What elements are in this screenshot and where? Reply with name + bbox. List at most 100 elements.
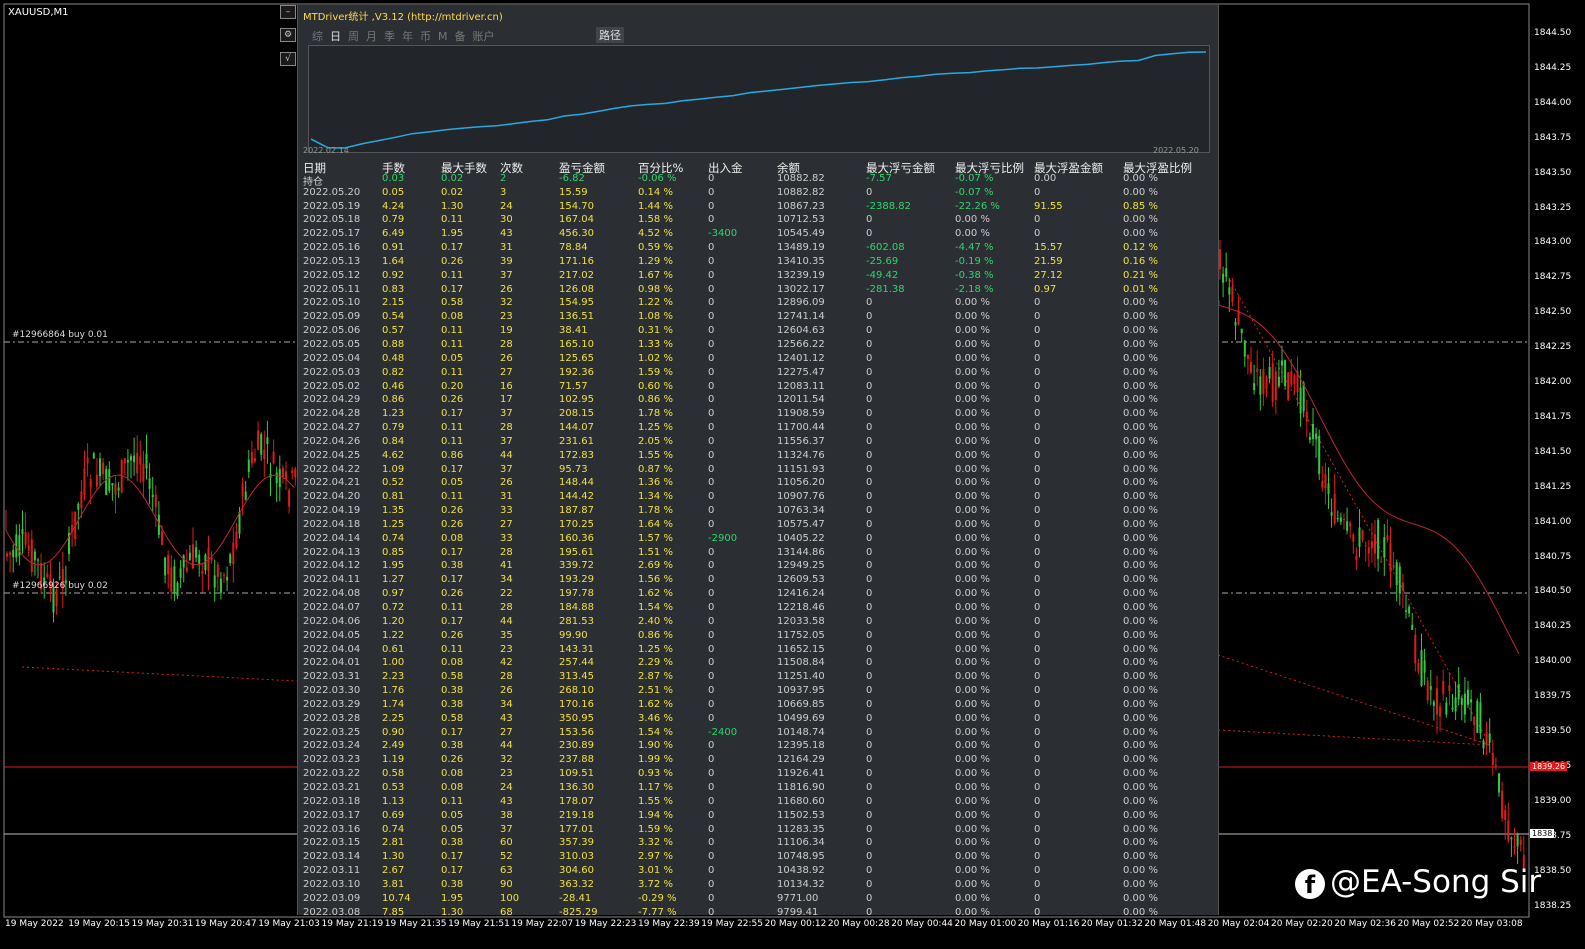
tab-0[interactable]: 综 xyxy=(312,30,323,43)
table-row[interactable]: 2022.03.22 0.58 0.08 23 109.51 0.93 % 0 11926.4… xyxy=(303,768,1213,782)
price-tick: 1843.50 xyxy=(1534,167,1572,178)
table-row[interactable]: 2022.03.10 3.81 0.38 90 363.32 3.72 % 0 10134.3… xyxy=(303,879,1213,893)
table-cell: 2022.05.17 xyxy=(303,228,361,240)
table-row[interactable]: 2022.05.05 0.88 0.11 28 165.10 1.33 % 0 12566.2… xyxy=(303,339,1213,353)
table-row[interactable]: 2022.04.21 0.52 0.05 26 148.44 1.36 % 0 11056.2… xyxy=(303,477,1213,491)
table-cell: 1.02 % xyxy=(638,352,673,364)
table-row[interactable]: 2022.04.12 1.95 0.38 41 339.72 2.69 % 0 12949.2… xyxy=(303,560,1213,574)
table-cell: 35 xyxy=(500,629,513,641)
table-row[interactable]: 2022.04.11 1.27 0.17 34 193.29 1.56 % 0 12609.5… xyxy=(303,574,1213,588)
table-cell: 1.57 % xyxy=(638,532,673,544)
tab-8[interactable]: 备 xyxy=(455,30,466,43)
tab-3[interactable]: 月 xyxy=(366,30,377,43)
table-cell: 0.00 % xyxy=(955,629,990,641)
table-cell: 0 xyxy=(1034,588,1041,600)
table-cell: 0.00 % xyxy=(1123,518,1158,530)
table-row[interactable]: 2022.05.17 6.49 1.95 43 456.30 4.52 % -3400 105… xyxy=(303,228,1213,242)
table-row[interactable]: 2022.04.13 0.85 0.17 28 195.61 1.51 % 0 13144.8… xyxy=(303,547,1213,561)
table-row[interactable]: 2022.03.21 0.53 0.08 24 136.30 1.17 % 0 11816.9… xyxy=(303,782,1213,796)
tab-1[interactable]: 日 xyxy=(330,30,341,43)
table-row[interactable]: 2022.04.22 1.09 0.17 37 95.73 0.87 % 0 11151.93… xyxy=(303,464,1213,478)
table-cell: 0 xyxy=(866,325,873,337)
table-row[interactable]: 2022.03.29 1.74 0.38 34 170.16 1.62 % 0 10669.8… xyxy=(303,699,1213,713)
table-row[interactable]: 2022.04.25 4.62 0.86 44 172.83 1.55 % 0 11324.7… xyxy=(303,450,1213,464)
table-cell: 0 xyxy=(866,781,873,793)
tab-9[interactable]: 账户 xyxy=(473,30,495,43)
table-cell: 0.00 % xyxy=(1123,768,1158,780)
tab-7[interactable]: M xyxy=(438,30,448,43)
table-cell: 0 xyxy=(1034,878,1041,890)
table-row[interactable]: 2022.05.12 0.92 0.11 37 217.02 1.67 % 0 13239.1… xyxy=(303,270,1213,284)
table-row[interactable]: 2022.04.01 1.00 0.08 42 257.44 2.29 % 0 11508.8… xyxy=(303,657,1213,671)
check-icon[interactable]: √ xyxy=(280,52,296,66)
table-cell: 11056.20 xyxy=(777,477,825,489)
table-row[interactable]: 2022.05.11 0.83 0.17 26 126.08 0.98 % 0 13022.1… xyxy=(303,284,1213,298)
table-row[interactable]: 2022.03.25 0.90 0.17 27 153.56 1.54 % -2400 101… xyxy=(303,727,1213,741)
table-row[interactable]: 2022.04.28 1.23 0.17 37 208.15 1.78 % 0 11908.5… xyxy=(303,408,1213,422)
table-cell: 0.00 % xyxy=(955,795,990,807)
settings-icon[interactable]: ⚙ xyxy=(280,28,296,42)
table-row[interactable]: 2022.04.27 0.79 0.11 28 144.07 1.25 % 0 11700.4… xyxy=(303,422,1213,436)
table-cell: 0.85 xyxy=(382,546,405,558)
table-cell: 0.08 xyxy=(441,532,464,544)
order-label-buy2[interactable]: #12966926 buy 0.02 xyxy=(12,581,108,591)
table-row[interactable]: 2022.03.08 7.85 1.30 68 -825.29 -7.77 % 0 9799.… xyxy=(303,907,1213,915)
table-row[interactable]: 2022.04.04 0.61 0.11 23 143.31 1.25 % 0 11652.1… xyxy=(303,644,1213,658)
table-row[interactable]: 2022.04.08 0.97 0.26 22 197.78 1.62 % 0 12416.2… xyxy=(303,588,1213,602)
table-cell: 0 xyxy=(708,408,715,420)
table-row[interactable]: 2022.04.19 1.35 0.26 33 187.87 1.78 % 0 10763.3… xyxy=(303,505,1213,519)
table-cell: 2022.03.28 xyxy=(303,712,361,724)
table-cell: 37 xyxy=(500,823,513,835)
table-row[interactable]: 2022.03.18 1.13 0.11 43 178.07 1.55 % 0 11680.6… xyxy=(303,796,1213,810)
table-row[interactable]: 2022.03.11 2.67 0.17 63 304.60 3.01 % 0 10438.9… xyxy=(303,865,1213,879)
table-row[interactable]: 2022.03.09 10.74 1.95 100 -28.41 -0.29 % 0 9771… xyxy=(303,893,1213,907)
table-row[interactable]: 2022.05.18 0.79 0.11 30 167.04 1.58 % 0 10712.5… xyxy=(303,214,1213,228)
table-cell: 2022.05.16 xyxy=(303,242,361,254)
table-row[interactable]: 2022.05.03 0.82 0.11 27 192.36 1.59 % 0 12275.4… xyxy=(303,367,1213,381)
table-cell: 0.17 xyxy=(441,283,464,295)
tab-4[interactable]: 季 xyxy=(384,30,395,43)
table-row[interactable]: 2022.03.14 1.30 0.17 52 310.03 2.97 % 0 10748.9… xyxy=(303,851,1213,865)
table-cell: 0 xyxy=(1034,477,1041,489)
table-row[interactable]: 2022.05.16 0.91 0.17 31 78.84 0.59 % 0 13489.19… xyxy=(303,242,1213,256)
table-row[interactable]: 2022.03.31 2.23 0.58 28 313.45 2.87 % 0 11251.4… xyxy=(303,671,1213,685)
table-cell: 0.26 xyxy=(441,394,464,406)
table-cell: 0 xyxy=(1034,823,1041,835)
price-tick: 1841.50 xyxy=(1534,446,1572,457)
table-row[interactable]: 2022.04.14 0.74 0.08 33 160.36 1.57 % -2900 104… xyxy=(303,533,1213,547)
minimize-icon[interactable]: – xyxy=(280,5,296,19)
table-row[interactable]: 2022.05.04 0.48 0.05 26 125.65 1.02 % 0 12401.1… xyxy=(303,353,1213,367)
table-row[interactable]: 2022.05.13 1.64 0.26 39 171.16 1.29 % 0 13410.3… xyxy=(303,256,1213,270)
table-row[interactable]: 2022.03.30 1.76 0.38 26 268.10 2.51 % 0 10937.9… xyxy=(303,685,1213,699)
table-cell: 13489.19 xyxy=(777,242,825,254)
table-row[interactable]: 2022.04.29 0.86 0.26 17 102.95 0.86 % 0 12011.5… xyxy=(303,394,1213,408)
table-cell: 2022.05.04 xyxy=(303,352,361,364)
table-row[interactable]: 2022.03.16 0.74 0.05 37 177.01 1.59 % 0 11283.3… xyxy=(303,824,1213,838)
table-row[interactable]: 2022.03.17 0.69 0.05 38 219.18 1.94 % 0 11502.5… xyxy=(303,810,1213,824)
table-row[interactable]: 2022.04.18 1.25 0.26 27 170.25 1.64 % 0 10575.4… xyxy=(303,519,1213,533)
tab-6[interactable]: 币 xyxy=(420,30,431,43)
table-row[interactable]: 2022.03.15 2.81 0.38 60 357.39 3.32 % 0 11106.3… xyxy=(303,837,1213,851)
table-row[interactable]: 2022.05.19 4.24 1.30 24 154.70 1.44 % 0 10867.2… xyxy=(303,201,1213,215)
table-row[interactable]: 2022.04.26 0.84 0.11 37 231.61 2.05 % 0 11556.3… xyxy=(303,436,1213,450)
table-row[interactable]: 2022.05.20 0.05 0.02 3 15.59 0.14 % 0 10882.82 0… xyxy=(303,187,1213,201)
table-row[interactable]: 2022.04.06 1.20 0.17 44 281.53 2.40 % 0 12033.5… xyxy=(303,616,1213,630)
table-row[interactable]: 持仓 0.03 0.02 2 -6.82 -0.06 % 0 10882.82 -7.57 -0.… xyxy=(303,173,1213,188)
order-label-buy1[interactable]: #12966864 buy 0.01 xyxy=(12,330,108,340)
table-row[interactable]: 2022.03.24 2.49 0.38 44 230.89 1.90 % 0 12395.1… xyxy=(303,740,1213,754)
path-button[interactable]: 路径 xyxy=(596,27,624,43)
table-row[interactable]: 2022.05.10 2.15 0.58 32 154.95 1.22 % 0 12896.0… xyxy=(303,297,1213,311)
tab-5[interactable]: 年 xyxy=(402,30,413,43)
table-row[interactable]: 2022.03.23 1.19 0.26 32 237.88 1.99 % 0 12164.2… xyxy=(303,754,1213,768)
table-row[interactable]: 2022.04.20 0.81 0.11 31 144.42 1.34 % 0 10907.7… xyxy=(303,491,1213,505)
table-row[interactable]: 2022.05.09 0.54 0.08 23 136.51 1.08 % 0 12741.1… xyxy=(303,311,1213,325)
table-row[interactable]: 2022.03.28 2.25 0.58 43 350.95 3.46 % 0 10499.6… xyxy=(303,713,1213,727)
table-cell: 12011.54 xyxy=(777,394,825,406)
tab-2[interactable]: 周 xyxy=(348,30,359,43)
stats-panel[interactable]: MTDriver统计 ,V3.12 (http://mtdriver.cn) 综… xyxy=(297,5,1219,915)
table-cell: 34 xyxy=(500,698,513,710)
table-row[interactable]: 2022.04.05 1.22 0.26 35 99.90 0.86 % 0 11752.05… xyxy=(303,630,1213,644)
table-row[interactable]: 2022.05.06 0.57 0.11 19 38.41 0.31 % 0 12604.63… xyxy=(303,325,1213,339)
table-row[interactable]: 2022.04.07 0.72 0.11 28 184.88 1.54 % 0 12218.4… xyxy=(303,602,1213,616)
table-row[interactable]: 2022.05.02 0.46 0.20 16 71.57 0.60 % 0 12083.11… xyxy=(303,381,1213,395)
